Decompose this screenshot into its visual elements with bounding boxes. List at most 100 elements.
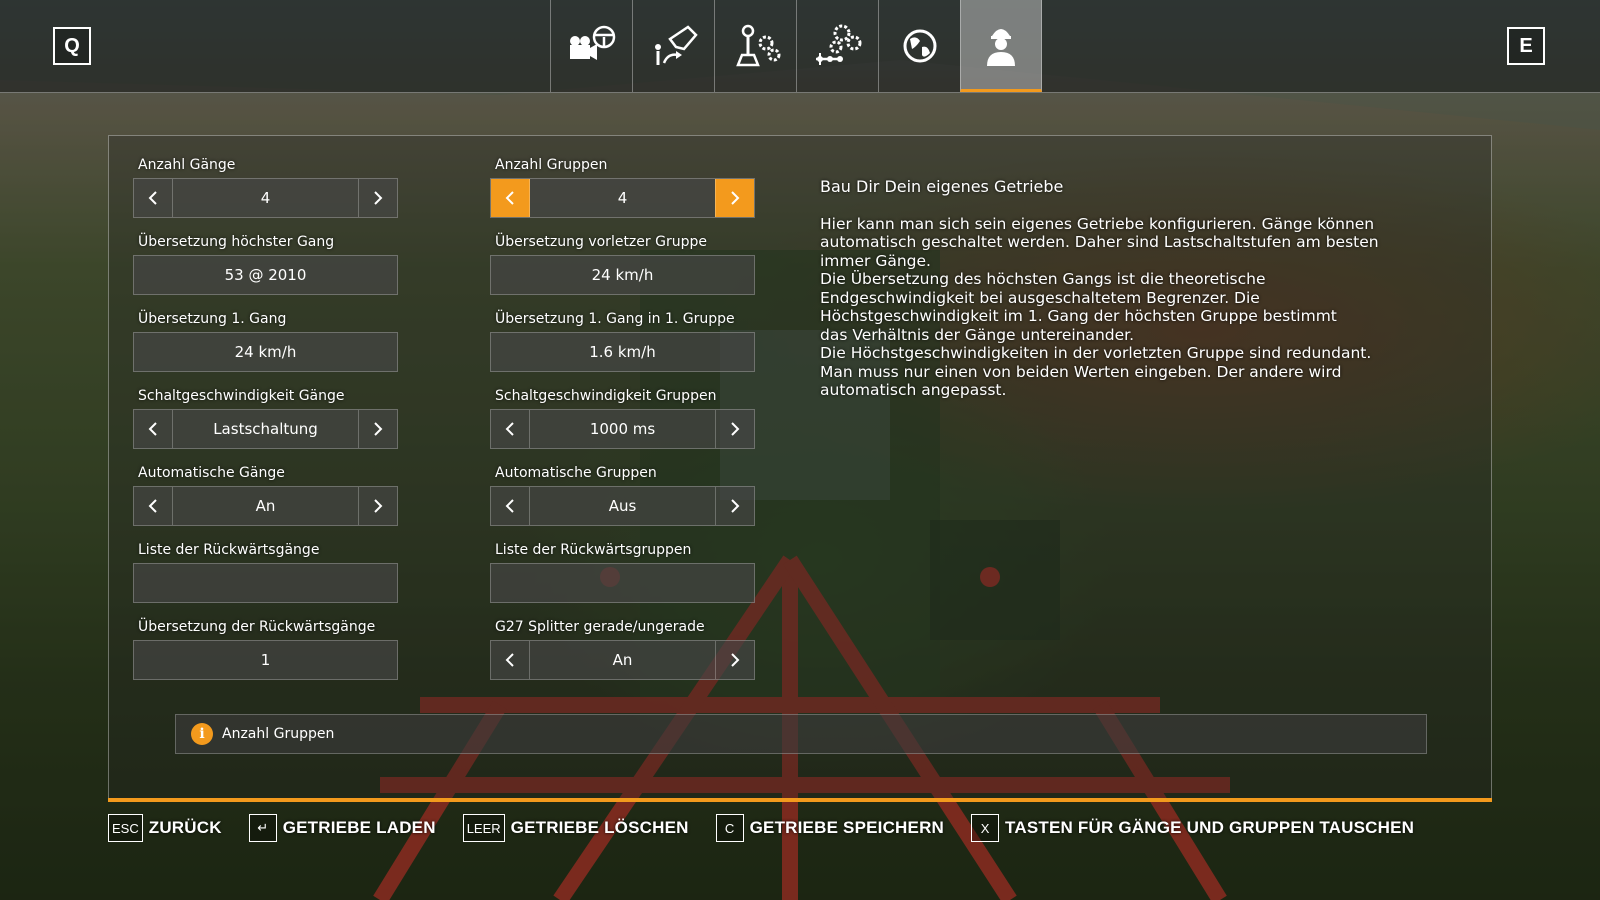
save-transmission-button[interactable]: C GETRIEBE SPEICHERN	[715, 814, 945, 842]
info-text: Anzahl Gruppen	[222, 726, 335, 742]
reverse-groups-list-input[interactable]	[490, 563, 755, 603]
tab-gearshift-settings[interactable]	[714, 0, 796, 92]
field-label: Liste der Rückwärtsgänge	[138, 542, 320, 558]
automatic-gears-stepper[interactable]: An	[133, 486, 398, 526]
chevron-left-icon	[505, 499, 514, 513]
back-button[interactable]: ESC ZURÜCK	[108, 814, 222, 842]
increase-button[interactable]	[715, 179, 754, 217]
decrease-button[interactable]	[491, 179, 530, 217]
next-page-key[interactable]: E	[1507, 27, 1545, 65]
field-automatic-gears: Automatische Gänge An	[133, 463, 398, 526]
field-penultimate-group-ratio: Übersetzung vorletzer Gruppe 24 km/h	[490, 232, 755, 295]
previous-page-key[interactable]: Q	[53, 27, 91, 65]
chevron-left-icon	[148, 499, 157, 513]
chevron-left-icon	[505, 653, 514, 667]
automatic-groups-stepper[interactable]: Aus	[490, 486, 755, 526]
increase-button[interactable]	[358, 487, 397, 525]
key-hint: ESC	[108, 814, 143, 842]
description-body: Hier kann man sich sein eigenes Getriebe…	[820, 215, 1400, 400]
decrease-button[interactable]	[134, 487, 173, 525]
tab-world[interactable]	[878, 0, 960, 92]
chevron-right-icon	[731, 653, 740, 667]
action-label: TASTEN FÜR GÄNGE UND GRUPPEN TAUSCHEN	[1005, 818, 1415, 837]
increase-button[interactable]	[715, 641, 754, 679]
category-tabs	[550, 0, 1042, 92]
field-label: Übersetzung 1. Gang in 1. Gruppe	[495, 311, 735, 327]
gearshift-settings-icon	[735, 24, 780, 67]
field-gear-shift-speed: Schaltgeschwindigkeit Gänge Lastschaltun…	[133, 386, 398, 449]
action-label: GETRIEBE SPEICHERN	[749, 818, 945, 837]
field-first-gear-first-group-ratio: Übersetzung 1. Gang in 1. Gruppe 1.6 km/…	[490, 309, 755, 372]
group-shift-speed-stepper[interactable]: 1000 ms	[490, 409, 755, 449]
decrease-button[interactable]	[491, 487, 530, 525]
delete-transmission-button[interactable]: LEER GETRIEBE LÖSCHEN	[462, 814, 689, 842]
key-hint: LEER	[462, 814, 505, 842]
increase-button[interactable]	[715, 487, 754, 525]
chevron-right-icon	[731, 499, 740, 513]
first-gear-first-group-input[interactable]: 1.6 km/h	[490, 332, 755, 372]
gear-shift-speed-stepper[interactable]: Lastschaltung	[133, 409, 398, 449]
decrease-button[interactable]	[491, 410, 530, 448]
reverse-gears-list-input[interactable]	[133, 563, 398, 603]
penultimate-group-ratio-input[interactable]: 24 km/h	[490, 255, 755, 295]
chevron-right-icon	[374, 191, 383, 205]
chevron-right-icon	[731, 422, 740, 436]
description-paragraph: Die Übersetzung des höchsten Gangs ist d…	[820, 270, 1337, 344]
field-top-gear-ratio: Übersetzung höchster Gang 53 @ 2010	[133, 232, 398, 295]
help-description: Bau Dir Dein eigenes Getriebe Hier kann …	[820, 177, 1400, 400]
globe-icon	[903, 29, 936, 63]
load-transmission-button[interactable]: ↵ GETRIEBE LADEN	[248, 814, 436, 842]
action-label: GETRIEBE LÖSCHEN	[510, 818, 689, 837]
field-label: Schaltgeschwindigkeit Gruppen	[495, 388, 717, 404]
chevron-right-icon	[374, 499, 383, 513]
field-label: Automatische Gruppen	[495, 465, 657, 481]
footer-actions: ESC ZURÜCK ↵ GETRIEBE LADEN LEER GETRIEB…	[108, 813, 1441, 843]
tab-mechanics[interactable]	[796, 0, 878, 92]
g27-splitter-stepper[interactable]: An	[490, 640, 755, 680]
tab-controls[interactable]	[632, 0, 714, 92]
field-automatic-groups: Automatische Gruppen Aus	[490, 463, 755, 526]
groups-count-stepper[interactable]: 4	[490, 178, 755, 218]
key-hint: C	[715, 814, 744, 842]
description-paragraph: Hier kann man sich sein eigenes Getriebe…	[820, 214, 1379, 270]
field-group-shift-speed: Schaltgeschwindigkeit Gruppen 1000 ms	[490, 386, 755, 449]
field-label: G27 Splitter gerade/ungerade	[495, 619, 705, 635]
stepper-value: 4	[260, 189, 271, 207]
stepper-value: 1000 ms	[589, 420, 656, 438]
field-label: Übersetzung 1. Gang	[138, 311, 287, 327]
swap-gear-group-keys-button[interactable]: X TASTEN FÜR GÄNGE UND GRUPPEN TAUSCHEN	[971, 814, 1414, 842]
field-number-of-groups: Anzahl Gruppen 4	[490, 155, 755, 218]
action-label: GETRIEBE LADEN	[282, 818, 436, 837]
stepper-value: Aus	[608, 497, 637, 515]
user-profile-icon	[987, 28, 1015, 66]
top-gear-ratio-input[interactable]: 53 @ 2010	[133, 255, 398, 295]
field-label: Übersetzung der Rückwärtsgänge	[138, 619, 376, 635]
chevron-right-icon	[731, 191, 740, 205]
tab-player-profile[interactable]	[960, 0, 1042, 92]
field-label: Anzahl Gänge	[138, 157, 236, 173]
description-title: Bau Dir Dein eigenes Getriebe	[820, 177, 1064, 196]
controls-hand-icon	[654, 25, 698, 65]
increase-button[interactable]	[715, 410, 754, 448]
enter-key-icon: ↵	[248, 814, 277, 842]
increase-button[interactable]	[358, 179, 397, 217]
gears-count-stepper[interactable]: 4	[133, 178, 398, 218]
stepper-value: An	[255, 497, 276, 515]
field-reverse-groups-list: Liste der Rückwärtsgruppen	[490, 540, 755, 603]
chevron-left-icon	[505, 422, 514, 436]
action-label: ZURÜCK	[148, 818, 222, 837]
chevron-left-icon	[505, 191, 514, 205]
decrease-button[interactable]	[134, 410, 173, 448]
tab-camera-steering[interactable]	[550, 0, 632, 92]
decrease-button[interactable]	[491, 641, 530, 679]
field-g27-splitter: G27 Splitter gerade/ungerade An	[490, 617, 755, 680]
field-label: Schaltgeschwindigkeit Gänge	[138, 388, 345, 404]
field-label: Liste der Rückwärtsgruppen	[495, 542, 692, 558]
increase-button[interactable]	[358, 410, 397, 448]
reverse-gears-ratio-input[interactable]: 1	[133, 640, 398, 680]
description-paragraph: Die Höchstgeschwindigkeiten in der vorle…	[820, 344, 1372, 399]
decrease-button[interactable]	[134, 179, 173, 217]
first-gear-ratio-input[interactable]: 24 km/h	[133, 332, 398, 372]
field-label: Übersetzung höchster Gang	[138, 234, 335, 250]
stepper-value: Lastschaltung	[213, 420, 318, 438]
